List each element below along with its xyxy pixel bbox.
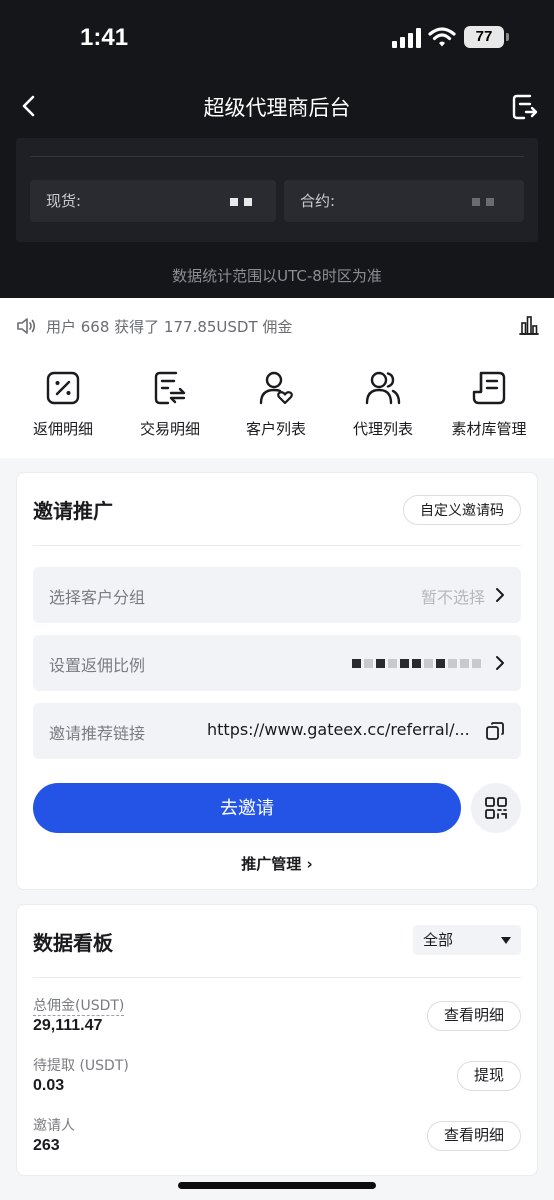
quick-action-label: 代理列表: [352, 420, 413, 438]
switch-account-icon[interactable]: [510, 92, 540, 122]
invite-button[interactable]: 去邀请: [33, 783, 461, 833]
masked-value: [230, 198, 252, 206]
page-title: 超级代理商后台: [203, 96, 351, 120]
rebate-ratio-label: 设置返佣比例: [49, 656, 146, 675]
header-panel: 1:41 77 超级代理商后台 现货: 合约: 数据统计范围以UTC-8时区为准: [0, 0, 554, 298]
spot-summary: 现货:: [30, 180, 276, 222]
status-bar: 1:41 77: [0, 0, 554, 78]
referral-link-label: 邀请推荐链接: [49, 724, 146, 743]
invite-card: 邀请推广 自定义邀请码 选择客户分组 暂不选择 设置返佣比例 邀请推荐链接 ht…: [16, 472, 538, 890]
range-note: 数据统计范围以UTC-8时区为准: [172, 267, 382, 285]
total-commission-stat: 总佣金(USDT) 29,111.47 查看明细: [33, 995, 521, 1039]
quick-action-rebate[interactable]: 返佣明细: [8, 370, 118, 439]
ticker-text: 用户 668 获得了 177.85USDT 佣金: [46, 318, 293, 336]
stat-value: 263: [33, 1137, 60, 1154]
rebate-ratio-select[interactable]: 设置返佣比例: [33, 635, 521, 691]
stat-value: 0.03: [33, 1077, 65, 1094]
document-icon: [472, 371, 506, 405]
quick-actions: 返佣明细 交易明细 客户列表 代理列表 素材库管理: [0, 370, 554, 450]
quick-action-label: 返佣明细: [32, 420, 93, 438]
masked-value: [352, 659, 481, 668]
chevron-right-icon: [496, 588, 504, 602]
referral-link-value: https://www.gateex.cc/referral/...: [207, 720, 470, 739]
copy-icon[interactable]: [485, 721, 505, 741]
quick-action-label: 客户列表: [245, 420, 306, 438]
chevron-right-icon: [496, 656, 504, 670]
quick-action-label: 素材库管理: [451, 420, 527, 438]
qr-code-icon: [485, 797, 507, 819]
nav-bar: 超级代理商后台: [0, 82, 554, 132]
quick-action-materials[interactable]: 素材库管理: [434, 370, 544, 439]
board-filter-value: 全部: [423, 931, 454, 949]
inviter-stat: 邀请人 263 查看明细: [33, 1115, 521, 1159]
board-title: 数据看板: [33, 931, 113, 955]
divider: [30, 156, 524, 157]
customer-group-label: 选择客户分组: [49, 588, 146, 607]
referral-link-row: 邀请推荐链接 https://www.gateex.cc/referral/..…: [33, 703, 521, 759]
stat-label: 邀请人: [33, 1118, 75, 1134]
bar-chart-icon[interactable]: [518, 314, 540, 336]
battery-indicator: 77: [464, 26, 504, 48]
stat-value: 29,111.47: [33, 1017, 103, 1034]
status-time: 1:41: [80, 24, 129, 51]
caret-down-icon: [501, 937, 511, 944]
contract-label: 合约:: [300, 192, 336, 210]
exchange-icon: [154, 371, 186, 405]
view-details-button[interactable]: 查看明细: [426, 1001, 521, 1031]
quick-action-label: 交易明细: [139, 420, 200, 438]
users-icon: [365, 371, 401, 405]
pending-withdraw-stat: 待提取 (USDT) 0.03 提现: [33, 1055, 521, 1099]
stat-label: 总佣金(USDT): [33, 995, 125, 1016]
home-indicator: [178, 1182, 376, 1189]
qr-code-button[interactable]: [471, 783, 521, 833]
divider: [33, 545, 521, 546]
user-heart-icon: [259, 371, 293, 405]
divider: [33, 977, 521, 978]
customer-group-select[interactable]: 选择客户分组 暂不选择: [33, 567, 521, 623]
withdraw-button[interactable]: 提现: [456, 1061, 521, 1091]
board-filter-select[interactable]: 全部: [413, 925, 521, 955]
data-board-card: 数据看板 全部 总佣金(USDT) 29,111.47 查看明细 待提取 (US…: [16, 904, 538, 1176]
wifi-icon: [428, 27, 456, 47]
speaker-icon: [17, 318, 36, 334]
spot-label: 现货:: [46, 192, 82, 210]
signal-icon: [392, 28, 421, 48]
commission-ticker: 用户 668 获得了 177.85USDT 佣金: [16, 314, 540, 338]
quick-action-customers[interactable]: 客户列表: [221, 370, 331, 439]
quick-action-agents[interactable]: 代理列表: [328, 370, 438, 439]
asset-summary-card: 现货: 合约:: [16, 138, 538, 242]
promotion-management-link[interactable]: 推广管理 ›: [17, 853, 537, 874]
custom-invite-code-button[interactable]: 自定义邀请码: [403, 495, 521, 525]
battery-tip: [506, 33, 509, 41]
contract-summary: 合约:: [284, 180, 524, 222]
percent-icon: [46, 371, 80, 405]
invite-title: 邀请推广: [33, 499, 113, 523]
stat-label: 待提取 (USDT): [33, 1058, 129, 1074]
view-details-button[interactable]: 查看明细: [426, 1121, 521, 1151]
customer-group-value: 暂不选择: [420, 588, 485, 607]
quick-section: 用户 668 获得了 177.85USDT 佣金 返佣明细 交易明细 客户列表 …: [0, 298, 554, 458]
quick-action-trades[interactable]: 交易明细: [115, 370, 225, 439]
masked-value: [472, 198, 494, 206]
